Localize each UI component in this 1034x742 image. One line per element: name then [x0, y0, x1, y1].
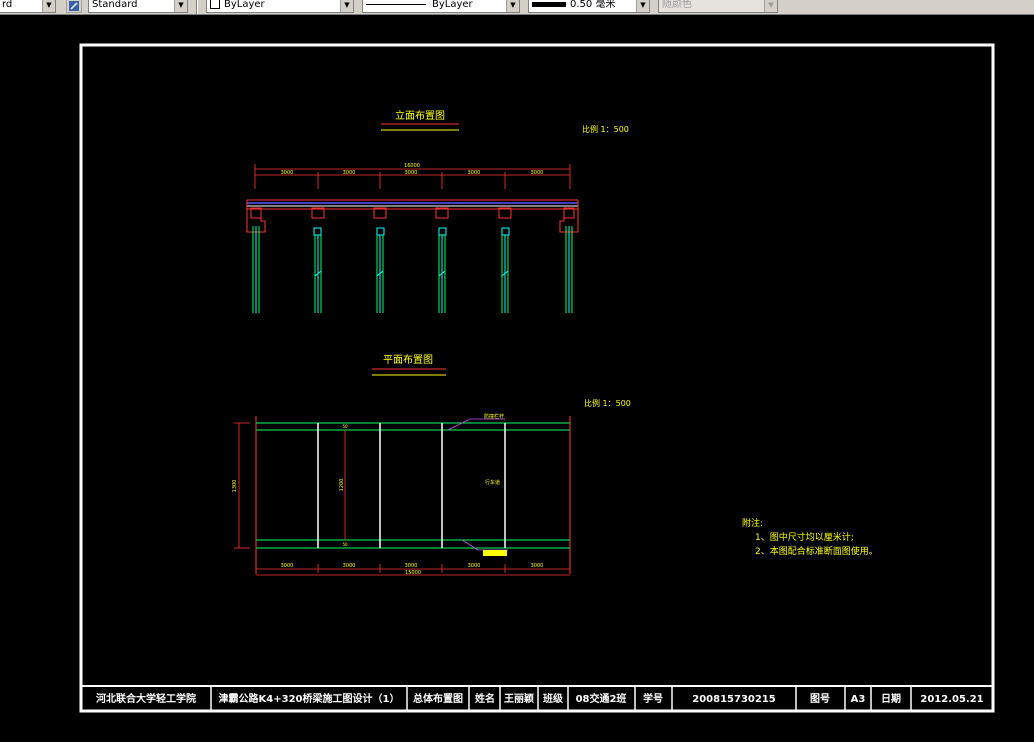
railing-bottom	[256, 539, 570, 549]
rail-leader	[447, 418, 505, 431]
plan-span-dim: 3000	[531, 563, 544, 569]
class-value: 08交通2班	[576, 692, 627, 705]
text-style-value: Standard	[92, 0, 138, 10]
note-item: 2、本图配合标准断面图使用。	[755, 545, 878, 557]
lineweight-sample-icon	[532, 1, 566, 7]
title-block: 河北联合大学轻工学院 津霸公路K4+320桥梁施工图设计（1） 总体布置图 姓名…	[81, 685, 993, 711]
rail-label-highlight	[483, 550, 507, 556]
railing-top	[256, 422, 570, 431]
class-label: 班级	[543, 692, 564, 705]
dim-style-value: rd	[2, 0, 13, 10]
id-label: 学号	[643, 692, 663, 705]
pier	[435, 207, 449, 313]
text-style-combo[interactable]: Standard ▼	[88, 0, 188, 13]
elevation-span-dim: 3000	[468, 170, 481, 176]
id-value: 200815730215	[692, 694, 776, 705]
elevation-scale: 比例 1：500	[582, 124, 629, 134]
plan-span-dim: 3000	[405, 563, 418, 569]
lineweight-combo[interactable]: 0.50 毫米 ▼	[528, 0, 650, 13]
elevation-span-dim: 3000	[531, 170, 544, 176]
elevation-span-dim: 3000	[281, 170, 294, 176]
pier	[250, 207, 262, 313]
lineweight-value: 0.50 毫米	[570, 0, 616, 10]
chevron-down-icon[interactable]: ▼	[764, 0, 777, 12]
layer-color-value: ByLayer	[224, 0, 265, 10]
drawing-svg: 立面布置图 比例 1：500 16000 3000 3000 3000 3000…	[79, 43, 995, 713]
chevron-down-icon[interactable]: ▼	[42, 0, 55, 12]
properties-toolbar: rd ▼ Standard ▼ ByLayer ▼ ByLayer ▼ 0.50…	[0, 0, 1034, 15]
bridge-deck	[246, 199, 579, 210]
drawing-frame	[79, 43, 995, 713]
name-label: 姓名	[474, 692, 495, 705]
plan-title: 平面布置图	[383, 354, 433, 366]
elevation-span-dim: 3000	[343, 170, 356, 176]
linetype-value: ByLayer	[432, 0, 473, 10]
deck-label: 行车道	[485, 479, 500, 486]
plan-span-dim: 3000	[343, 563, 356, 569]
pier	[498, 207, 512, 313]
pier	[563, 207, 575, 313]
project-name: 津霸公路K4+320桥梁施工图设计（1）	[219, 692, 400, 705]
name-value: 王丽颖	[504, 692, 534, 705]
drawing-no-value: A3	[851, 694, 866, 705]
chevron-down-icon[interactable]: ▼	[174, 0, 187, 12]
elevation-title: 立面布置图	[395, 109, 445, 122]
plan-pier-lines	[317, 423, 506, 548]
elevation-span-dim: 3000	[405, 170, 418, 176]
layer-color-combo[interactable]: ByLayer ▼	[206, 0, 354, 13]
pier	[311, 207, 325, 313]
plan-view: 平面布置图 比例 1：500 1300 1200 50 50 防撞栏杆 行车道 …	[232, 354, 631, 576]
date-value: 2012.05.21	[920, 694, 983, 705]
chevron-down-icon[interactable]: ▼	[636, 0, 649, 12]
notes: 附注: 1、图中尺寸均以厘米计; 2、本图配合标准断面图使用。	[742, 517, 878, 557]
sheet-name: 总体布置图	[413, 692, 463, 705]
linetype-sample-icon	[366, 3, 426, 5]
plan-width-dim: 1300	[232, 480, 238, 493]
text-style-icon[interactable]	[66, 0, 82, 13]
drawing-no-label: 图号	[810, 693, 830, 705]
plot-style-combo[interactable]: 随颜色 ▼	[658, 0, 778, 13]
linetype-combo[interactable]: ByLayer ▼	[362, 0, 520, 13]
note-item: 1、图中尺寸均以厘米计;	[755, 531, 854, 543]
toolbar-separator	[196, 0, 198, 14]
plan-total-dim: 15000	[405, 570, 421, 576]
pier	[373, 207, 387, 313]
chevron-down-icon[interactable]: ▼	[506, 0, 519, 12]
chevron-down-icon[interactable]: ▼	[340, 0, 353, 12]
elevation-view: 立面布置图 比例 1：500 16000 3000 3000 3000 3000…	[246, 109, 629, 313]
date-label: 日期	[881, 692, 901, 705]
plot-style-value: 随颜色	[662, 0, 692, 10]
elevation-total-dim: 16000	[404, 163, 420, 169]
plan-edge-dim: 50	[342, 424, 348, 429]
notes-title: 附注:	[742, 517, 763, 529]
plan-span-dim: 3000	[468, 563, 481, 569]
color-swatch-icon	[210, 0, 220, 9]
dim-style-combo[interactable]: rd ▼	[0, 0, 56, 13]
school-name: 河北联合大学轻工学院	[96, 692, 196, 705]
plan-scale: 比例 1：500	[584, 398, 631, 408]
plan-inner-dim: 1200	[339, 479, 345, 492]
plan-edge-dim: 50	[342, 542, 348, 547]
model-space-canvas[interactable]: 立面布置图 比例 1：500 16000 3000 3000 3000 3000…	[0, 14, 1034, 742]
rail-label: 防撞栏杆	[484, 413, 504, 420]
plan-span-dim: 3000	[281, 563, 294, 569]
